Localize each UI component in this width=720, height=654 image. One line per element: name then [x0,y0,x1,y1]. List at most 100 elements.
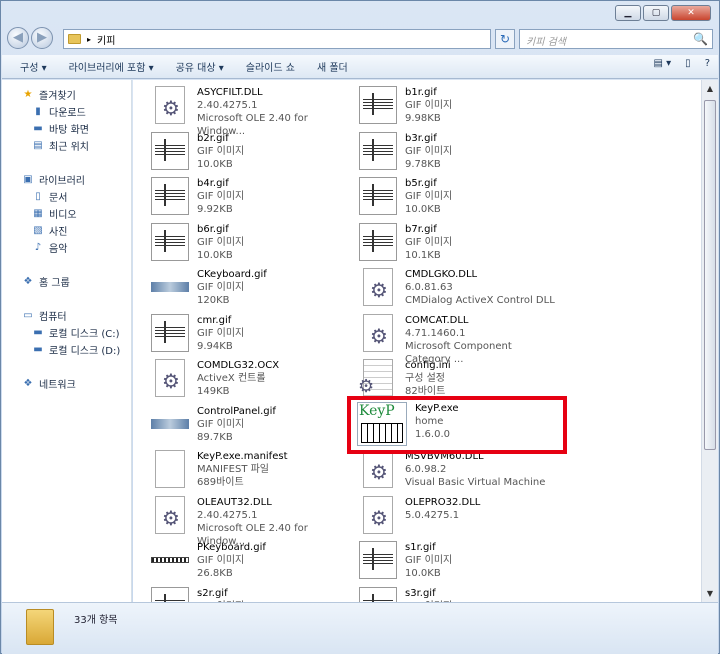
sidebar-item-drive-c[interactable]: ▬ 로컬 디스크 (C:) [2,324,131,341]
file-item[interactable]: s3r.gifGIF 이미지 [359,586,559,602]
navigation-pane: ★ 즐겨찾기 ▮ 다운로드 ▬ 바탕 화면 ▤ 최근 위치 ▣ 라이브러리 ▯ 문서 ▦ 비디오 ▧ 사진 ♪ 음… [2,80,132,602]
sidebar-item-network[interactable]: ❖ 네트워크 [2,375,131,392]
file-name: b1r.gif [405,87,437,98]
pkb-file-icon [151,541,191,581]
file-item[interactable]: b2r.gif GIF 이미지 10.0KB [151,131,351,176]
sidebar-item-libraries[interactable]: ▣ 라이브러리 [2,171,131,188]
file-name: OLEAUT32.DLL [197,496,272,508]
file-item[interactable]: ASYCFILT.DLL2.40.4275.1Microsoft OLE 2.4… [151,86,351,137]
sidebar-item-music[interactable]: ♪ 음악 [2,239,131,256]
search-icon[interactable]: 🔍 [693,32,708,46]
gif-file-icon [151,177,191,217]
file-item[interactable]: COMDLG32.OCX ActiveX 컨트롤 149KB [151,359,351,403]
file-item[interactable]: s2r.gifGIF 이미지 [151,586,351,602]
file-size: 9.78KB [405,158,441,170]
sidebar-item-label: 컴퓨터 [39,312,67,323]
sidebar-item-label: 네트워크 [39,380,76,391]
sidebar-item-label: 홈 그룹 [39,278,70,289]
file-item[interactable]: b5r.gif GIF 이미지 10.0KB [359,177,559,221]
scroll-thumb[interactable] [704,100,716,450]
banner-file-icon [151,268,191,308]
preview-pane-icon[interactable]: ▯ [685,58,691,69]
file-item[interactable]: ControlPanel.gif GIF 이미지 89.7KB [151,405,351,449]
scroll-up-button[interactable]: ▲ [702,80,718,97]
file-item[interactable]: OLEPRO32.DLL5.0.4275.1 [359,495,559,540]
file-item[interactable]: CKeyboard.gif GIF 이미지 120KB [151,268,351,312]
sidebar-item-downloads[interactable]: ▮ 다운로드 [2,103,131,120]
file-type: GIF 이미지 [197,555,245,566]
scroll-down-button[interactable]: ▼ [702,585,718,602]
sidebar-item-desktop[interactable]: ▬ 바탕 화면 [2,120,131,137]
breadcrumb-current[interactable]: 키피 [97,32,115,47]
sidebar-item-drive-d[interactable]: ▬ 로컬 디스크 (D:) [2,341,131,358]
toolbar-item[interactable]: 구성 ▾ [20,59,47,74]
file-text: ControlPanel.gif GIF 이미지 89.7KB [197,405,276,449]
sidebar-item-computer[interactable]: ▭ 컴퓨터 [2,307,131,324]
file-name: config.ini [405,360,451,371]
file-text: s1r.gif GIF 이미지 10.0KB [405,541,452,585]
file-item[interactable]: b7r.gif GIF 이미지 10.1KB [359,222,559,267]
file-text: b4r.gif GIF 이미지 9.92KB [197,177,244,221]
file-item[interactable]: KeyP KeyP.exe home 1.6.0.0 [357,402,557,446]
file-item[interactable]: CMDLGKO.DLL 6.0.81.63 CMDialog ActiveX Con… [359,268,559,312]
file-text: b7r.gif GIF 이미지 10.1KB [405,223,452,267]
toolbar-item[interactable]: 라이브러리에 포함 ▾ [69,59,154,74]
gif-file-icon [151,131,191,172]
breadcrumb-separator[interactable]: ▸ [87,35,91,44]
gif-file-icon [359,222,399,263]
vertical-scrollbar[interactable]: ▲ ▼ [701,80,718,602]
gif-file-icon [151,586,191,602]
file-size: 10.0KB [197,249,233,261]
file-item[interactable]: b6r.gif GIF 이미지 10.0KB [151,222,351,267]
file-name: ControlPanel.gif [197,405,276,417]
sidebar-item-label: 다운로드 [49,108,86,119]
sidebar-item-favorites[interactable]: ★ 즐겨찾기 [2,86,131,103]
forward-button[interactable]: ▶ [31,27,53,49]
toolbar-item[interactable]: 슬라이드 쇼 [246,59,295,74]
close-button[interactable]: ✕ [671,5,711,21]
toolbar-item[interactable]: 새 폴더 [317,59,348,74]
file-text: MSVBVM60.DLL 6.0.98.2 Visual Basic Virtual… [405,450,545,494]
gif-file-icon [359,177,399,217]
maximize-button[interactable]: ▢ [643,5,669,21]
refresh-button[interactable]: ↻ [495,29,515,49]
file-type: GIF 이미지 [197,191,245,202]
downloads-icon: ▮ [35,106,41,117]
file-item[interactable]: b3r.gif GIF 이미지 9.78KB [359,131,559,176]
back-button[interactable]: ◀ [7,27,29,49]
search-input[interactable]: 키피 검색 🔍 [519,29,713,49]
file-item[interactable]: b1r.gif GIF 이미지 9.98KB [359,86,559,130]
sidebar-item-documents[interactable]: ▯ 문서 [2,188,131,205]
file-item[interactable]: KeyP.exe.manifest MANIFEST 파일 689바이트 [151,450,351,494]
file-size: 9.92KB [197,204,233,215]
file-size: 89.7KB [197,431,233,443]
minimize-button[interactable]: ▁ [615,5,641,21]
file-type: GIF 이미지 [405,555,453,566]
file-text: b3r.gif GIF 이미지 9.78KB [405,132,452,176]
explorer-window: ▁ ▢ ✕ ◀ ▶ ▸ 키피 ↻ 키피 검색 🔍 구성 ▾ 라이브러리에 포함 ▾… [0,0,720,654]
file-text: b2r.gif GIF 이미지 10.0KB [197,132,244,176]
file-item[interactable]: b4r.gif GIF 이미지 9.92KB [151,177,351,221]
help-icon[interactable]: ? [705,58,710,69]
file-type: 6.0.81.63 [405,282,453,293]
sidebar-item-videos[interactable]: ▦ 비디오 [2,205,131,222]
file-item[interactable]: COMCAT.DLL4.71.1460.1Microsoft Component… [359,313,559,365]
file-type: GIF 이미지 [405,191,453,202]
file-item[interactable]: s1r.gif GIF 이미지 10.0KB [359,541,559,585]
sidebar-item-recent[interactable]: ▤ 최근 위치 [2,137,131,154]
file-item[interactable]: PKeyboard.gif GIF 이미지 26.8KB [151,541,351,585]
file-item[interactable]: cmr.gif GIF 이미지 9.94KB [151,313,351,358]
folder-icon [68,34,81,44]
sidebar-item-homegroup[interactable]: ❖ 홈 그룹 [2,273,131,290]
view-options-icon[interactable]: ▤ ▾ [654,58,672,69]
toolbar-item[interactable]: 공유 대상 ▾ [176,59,224,74]
desktop-icon: ▬ [33,123,43,134]
file-item[interactable]: OLEAUT32.DLL2.40.4275.1Microsoft OLE 2.4… [151,495,351,547]
file-text: PKeyboard.gif GIF 이미지 26.8KB [197,541,266,585]
address-bar[interactable]: ▸ 키피 [63,29,491,49]
file-item[interactable]: MSVBVM60.DLL6.0.98.2Visual Basic Virtual… [359,450,559,494]
file-type: GIF 이미지 [197,418,245,430]
file-type: 4.71.1460.1 [405,327,466,339]
sidebar-item-pictures[interactable]: ▧ 사진 [2,222,131,239]
file-type: home [415,416,444,427]
